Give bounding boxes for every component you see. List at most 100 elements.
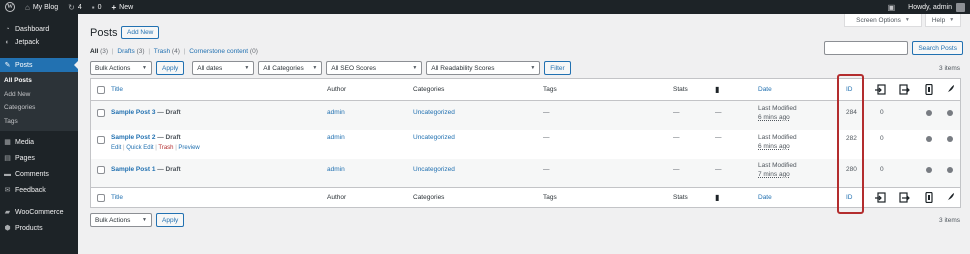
row-checkbox[interactable] [97, 166, 105, 174]
menu-posts[interactable]: ✎ Posts [0, 58, 78, 72]
seo-scores-filter-select[interactable]: All SEO Scores ▼ [326, 61, 423, 75]
comments-column-icon: ▮ [715, 193, 720, 202]
post-author-link[interactable]: admin [327, 109, 345, 116]
view-cornerstone[interactable]: Cornerstone content [189, 48, 248, 55]
post-stats: — [673, 109, 680, 116]
post-title-link[interactable]: Sample Post 1 [111, 166, 155, 173]
column-date-header[interactable]: Date [758, 86, 772, 93]
post-comments: — [715, 166, 722, 173]
menu-dashboard[interactable]: ◔ Dashboard [0, 23, 78, 36]
readability-score-dot [947, 110, 953, 116]
readability-filter-select[interactable]: All Readability Scores ▼ [426, 61, 541, 75]
tablenav-bottom: Bulk Actions ▼ Apply [90, 213, 185, 227]
select-all-checkbox-footer[interactable] [97, 194, 105, 202]
row-checkbox[interactable] [97, 136, 105, 144]
pages-icon: ▤ [4, 155, 11, 163]
post-comments: — [715, 134, 722, 141]
view-all[interactable]: All [90, 48, 98, 55]
post-state: — Draft [155, 166, 181, 173]
submenu-categories[interactable]: Categories [0, 101, 78, 115]
column-categories-header: Categories [413, 86, 445, 93]
view-trash[interactable]: Trash [154, 48, 170, 55]
bulk-actions-select[interactable]: Bulk Actions ▼ [90, 61, 152, 75]
search-input[interactable] [824, 41, 909, 55]
column-categories-footer: Categories [413, 194, 445, 201]
new-label: New [119, 3, 134, 11]
updates-menu[interactable]: ↻ 4 [63, 0, 87, 14]
submenu-add-new[interactable]: Add New [0, 88, 78, 102]
filter-button[interactable]: Filter [544, 61, 571, 75]
select-all-checkbox[interactable] [97, 86, 105, 94]
help-button[interactable]: Help ▼ [925, 14, 961, 27]
menu-comments[interactable]: ▬ Comments [0, 166, 78, 182]
edit-link[interactable]: Edit [111, 145, 121, 151]
preview-link[interactable]: Preview [178, 145, 199, 151]
select-value: All Categories [263, 64, 304, 72]
column-title-header[interactable]: Title [111, 86, 123, 93]
items-count-bottom: 3 items [939, 217, 960, 224]
menu-label: Feedback [15, 186, 46, 194]
view-drafts[interactable]: Drafts [117, 48, 134, 55]
table-row: Sample Post 1 — Draft admin Uncategorize… [91, 159, 960, 187]
tablenav-top: Bulk Actions ▼ Apply All dates ▼ All Categ… [90, 61, 571, 75]
post-category-link[interactable]: Uncategorized [413, 109, 455, 116]
seo-score-dot [926, 110, 932, 116]
menu-pages[interactable]: ▤ Pages [0, 150, 78, 166]
trash-link[interactable]: Trash [158, 145, 173, 151]
post-category-link[interactable]: Uncategorized [413, 134, 455, 141]
plus-icon: + [111, 2, 117, 12]
post-author-link[interactable]: admin [327, 134, 345, 141]
categories-filter-select[interactable]: All Categories ▼ [258, 61, 323, 75]
id-column-highlight [837, 74, 864, 214]
menu-label: Media [15, 138, 35, 146]
seo-score-icon [925, 192, 933, 203]
submenu-tags[interactable]: Tags [0, 115, 78, 129]
wordpress-icon: W [5, 2, 15, 12]
my-account-menu[interactable]: Howdy, admin [903, 0, 970, 14]
menu-label: Pages [15, 154, 35, 162]
new-content-menu[interactable]: + New [107, 0, 139, 14]
post-date-status: Last Modified [758, 105, 797, 112]
post-category-link[interactable]: Uncategorized [413, 166, 455, 173]
wordpress-logo-menu[interactable]: W [0, 0, 20, 14]
search-posts-button[interactable]: Search Posts [912, 41, 963, 55]
post-title-link[interactable]: Sample Post 3 [111, 109, 155, 116]
chevron-down-icon: ▼ [312, 65, 318, 71]
menu-jetpack[interactable]: ◐ Jetpack [0, 36, 78, 49]
view-all-count: (3) [100, 48, 109, 55]
apply-button[interactable]: Apply [156, 61, 185, 75]
column-stats-header: Stats [673, 86, 688, 93]
table-row: Sample Post 3 — Draft admin Uncategorize… [91, 101, 960, 130]
menu-feedback[interactable]: ✉ Feedback [0, 182, 78, 198]
add-new-button[interactable]: Add New [121, 26, 160, 39]
comment-bubble-icon: ▪ [91, 2, 95, 12]
column-author-header: Author [327, 86, 347, 93]
screen-options-button[interactable]: Screen Options ▼ [844, 14, 922, 27]
items-count-top: 3 items [939, 65, 960, 72]
post-author-link[interactable]: admin [327, 166, 345, 173]
row-checkbox[interactable] [97, 109, 105, 117]
submenu-all-posts[interactable]: All Posts [0, 74, 78, 88]
menu-label: Jetpack [15, 39, 40, 46]
chevron-down-icon: ▼ [142, 65, 147, 71]
menu-label: Comments [15, 170, 49, 178]
post-title-link[interactable]: Sample Post 2 [111, 134, 155, 141]
notification-menu[interactable]: ▣ [883, 0, 904, 14]
readability-score-dot [947, 136, 953, 142]
comments-menu[interactable]: ▪ 0 [87, 0, 107, 14]
menu-media[interactable]: ▦ Media [0, 134, 78, 150]
apply-button-bottom[interactable]: Apply [156, 213, 185, 227]
site-name-menu[interactable]: ⌂ My Blog [20, 0, 63, 14]
howdy-text: Howdy, admin [908, 3, 952, 11]
column-date-footer[interactable]: Date [758, 194, 772, 201]
dates-filter-select[interactable]: All dates ▼ [192, 61, 255, 75]
quick-edit-link[interactable]: Quick Edit [126, 145, 153, 151]
column-title-footer[interactable]: Title [111, 194, 123, 201]
menu-products[interactable]: ⬢ Products [0, 220, 78, 236]
notification-icon: ▣ [887, 2, 896, 12]
post-date-ago: 6 mins ago [758, 143, 790, 150]
updates-icon: ↻ [68, 2, 75, 12]
products-icon: ⬢ [4, 225, 11, 233]
menu-woocommerce[interactable]: ▰ WooCommerce [0, 204, 78, 220]
bulk-actions-select-bottom[interactable]: Bulk Actions ▼ [90, 213, 152, 227]
